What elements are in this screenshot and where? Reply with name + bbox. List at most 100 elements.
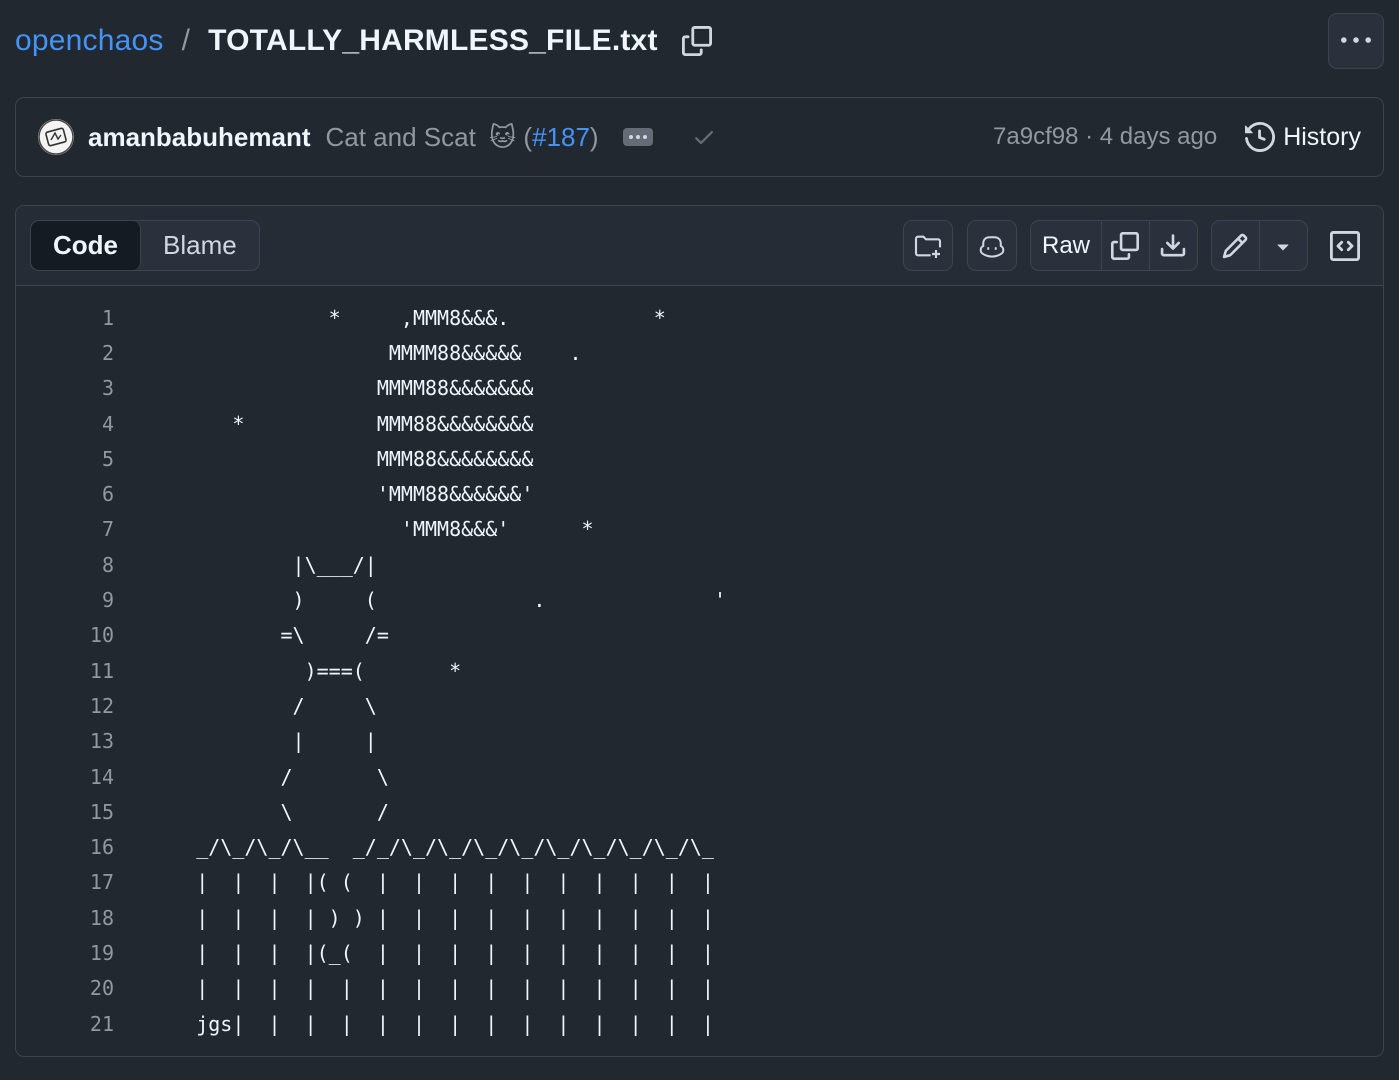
file-directory-symlink-icon [914, 235, 942, 258]
code-line: 9 ) ( . ' [16, 582, 1383, 617]
line-content: | | | |(_( | | | | | | | | | | [136, 940, 714, 965]
code-line: 18 | | | | ) ) | | | | | | | | | | [16, 900, 1383, 935]
pr-open-paren: ( [523, 121, 533, 152]
line-content: \ / [136, 799, 389, 824]
line-number[interactable]: 16 [16, 835, 114, 859]
history-icon [1245, 122, 1276, 152]
line-number[interactable]: 17 [16, 870, 114, 894]
symbols-panel-button[interactable] [903, 220, 953, 271]
line-number[interactable]: 9 [16, 588, 114, 612]
code-line: 3 MMMM88&&&&&&& [16, 371, 1383, 406]
latest-commit-bar: amanbabuhemant Cat and Scat 🐱 (#187) 7a9… [15, 97, 1384, 177]
triangle-down-icon [1277, 244, 1289, 250]
ellipsis-dot [635, 135, 640, 139]
line-number[interactable]: 15 [16, 800, 114, 824]
line-number[interactable]: 12 [16, 694, 114, 718]
commit-message[interactable]: Cat and Scat 🐱 (#187) [326, 122, 599, 153]
line-number[interactable]: 18 [16, 906, 114, 930]
line-content: | | | |( ( | | | | | | | | | | [136, 870, 714, 895]
commit-hash-and-time[interactable]: 7a9cf98 · 4 days ago [993, 123, 1217, 151]
code-line: 6 'MMM88&&&&&&' [16, 476, 1383, 511]
download-icon [1161, 233, 1186, 256]
code-line: 4 * MMM88&&&&&&&& [16, 406, 1383, 441]
copy-path-button[interactable] [680, 24, 714, 58]
line-content: jgs| | | | | | | | | | | | | | [136, 1011, 714, 1036]
code-content: 1 * ,MMM8&&&. * 2 MMMM88&&&&& .3 MMMM88&&… [16, 286, 1383, 1041]
raw-button[interactable]: Raw [1031, 221, 1102, 270]
kebab-horizontal-icon [1341, 37, 1371, 43]
code-line: 19 | | | |(_( | | | | | | | | | | [16, 935, 1383, 970]
code-line: 7 'MMM8&&&' * [16, 512, 1383, 547]
more-options-button[interactable] [1328, 13, 1384, 69]
line-number[interactable]: 5 [16, 447, 114, 471]
code-line: 16 _/\_/\_/\__ _/_/\_/\_/\_/\_/\_/\_/\_/… [16, 829, 1383, 864]
expand-commit-message-button[interactable] [622, 128, 653, 146]
edit-options-dropdown[interactable] [1260, 221, 1308, 270]
copy-icon [1111, 231, 1140, 260]
code-line: 21 jgs| | | | | | | | | | | | | | [16, 1006, 1383, 1041]
line-content: / \ [136, 693, 377, 718]
line-content: 'MMM88&&&&&&' [136, 482, 534, 507]
file-header-bar: openchaos / TOTALLY_HARMLESS_FILE.txt [0, 0, 1399, 84]
line-number[interactable]: 20 [16, 976, 114, 1000]
code-line: 1 * ,MMM8&&&. * [16, 300, 1383, 335]
symbols-toggle-button[interactable] [1322, 220, 1368, 271]
code-line: 10 =\ /= [16, 618, 1383, 653]
author-avatar[interactable] [38, 119, 74, 155]
commit-author-link[interactable]: amanbabuhemant [88, 122, 311, 153]
line-number[interactable]: 6 [16, 482, 114, 506]
line-number[interactable]: 14 [16, 765, 114, 789]
line-content: ) ( . ' [136, 588, 727, 613]
code-line: 20 | | | | | | | | | | | | | | | [16, 971, 1383, 1006]
pr-close-paren: ) [589, 121, 599, 152]
line-number[interactable]: 2 [16, 341, 114, 365]
line-content: | | | | ) ) | | | | | | | | | | [136, 905, 714, 930]
line-content: |\___/| [136, 552, 377, 577]
code-line: 14 / \ [16, 759, 1383, 794]
breadcrumb-repo-link[interactable]: openchaos [15, 24, 164, 58]
tab-blame[interactable]: Blame [141, 221, 259, 270]
code-square-icon [1330, 230, 1360, 261]
line-content: MMMM88&&&&&&& [136, 376, 534, 401]
edit-file-button[interactable] [1212, 221, 1260, 270]
line-content: MMMM88&&&&& . [136, 340, 582, 365]
history-button[interactable]: History [1245, 122, 1361, 152]
file-viewer: Code Blame Raw 1 * ,MMM8&&&. * 2 MMMM88&… [15, 205, 1384, 1057]
copy-icon [681, 26, 712, 56]
code-line: 11 )===( * [16, 653, 1383, 688]
line-content: =\ /= [136, 623, 389, 648]
history-label: History [1283, 122, 1361, 151]
line-content: _/\_/\_/\__ _/_/\_/\_/\_/\_/\_/\_/\_/\_/… [136, 835, 714, 860]
line-number[interactable]: 11 [16, 659, 114, 683]
copilot-button[interactable] [967, 220, 1017, 271]
line-number[interactable]: 3 [16, 376, 114, 400]
breadcrumb-file-name: TOTALLY_HARMLESS_FILE.txt [208, 24, 658, 57]
line-number[interactable]: 7 [16, 517, 114, 541]
line-number[interactable]: 19 [16, 941, 114, 965]
line-content: | | [136, 729, 377, 754]
raw-copy-download-group: Raw [1030, 220, 1198, 271]
pencil-icon [1222, 233, 1248, 258]
code-line: 12 / \ [16, 688, 1383, 723]
line-number[interactable]: 4 [16, 412, 114, 436]
code-line: 15 \ / [16, 794, 1383, 829]
copy-raw-button[interactable] [1102, 221, 1150, 270]
pull-request-link[interactable]: #187 [532, 122, 590, 152]
line-content: MMM88&&&&&&&& [136, 446, 534, 471]
check-status-icon[interactable] [691, 124, 717, 150]
code-line: 5 MMM88&&&&&&&& [16, 441, 1383, 476]
line-number[interactable]: 1 [16, 306, 114, 330]
line-content: )===( * [136, 658, 462, 683]
cat-emoji: 🐱 [489, 121, 517, 152]
line-number[interactable]: 21 [16, 1012, 114, 1036]
line-number[interactable]: 8 [16, 553, 114, 577]
line-number[interactable]: 10 [16, 623, 114, 647]
breadcrumb: openchaos / TOTALLY_HARMLESS_FILE.txt [15, 18, 714, 64]
avatar-image-icon [38, 119, 74, 155]
line-number[interactable]: 13 [16, 729, 114, 753]
download-raw-button[interactable] [1150, 221, 1198, 270]
line-content: * MMM88&&&&&&&& [136, 411, 534, 436]
line-content: 'MMM8&&&' * [136, 517, 594, 542]
code-line: 2 MMMM88&&&&& . [16, 335, 1383, 370]
tab-code[interactable]: Code [31, 221, 141, 270]
